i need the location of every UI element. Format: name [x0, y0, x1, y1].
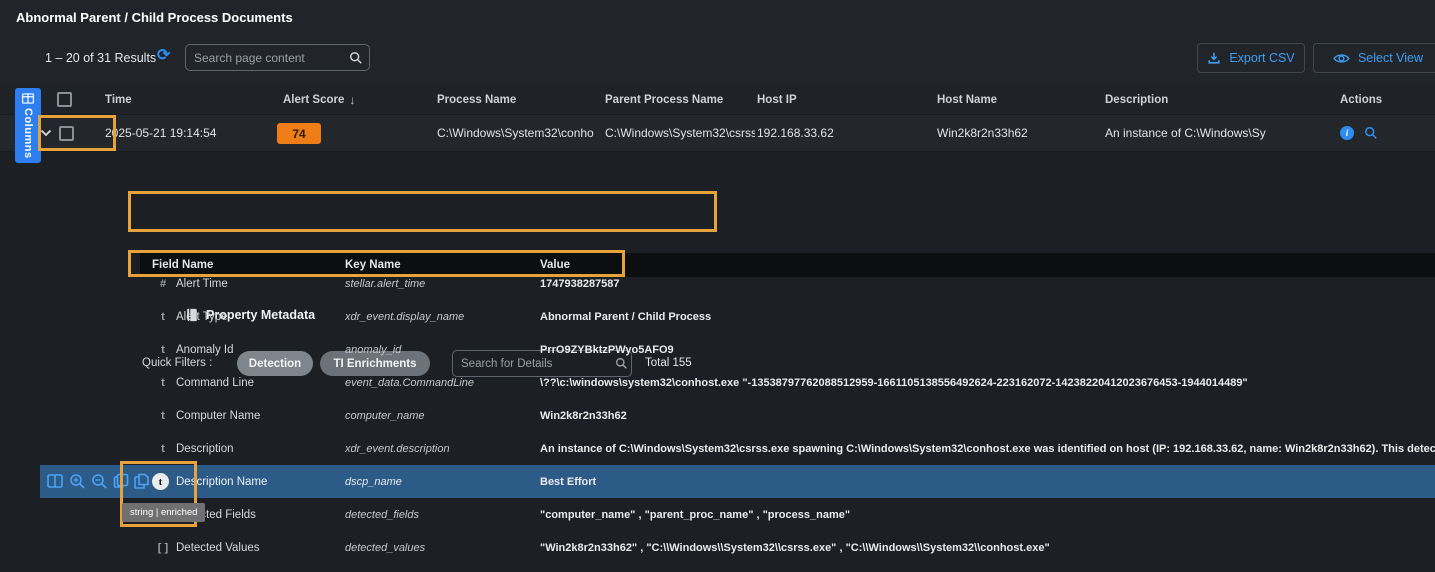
metadata-row[interactable]: t Alert Type xdr_event.display_name Abno… — [0, 300, 1435, 333]
select-view-button[interactable]: Select View — [1313, 43, 1435, 73]
row-host-name: Win2k8r2n33h62 — [937, 115, 1102, 151]
col-header-alert-score[interactable]: Alert Score↓ — [283, 85, 433, 114]
field-value: "Win2k8r2n33h62" , "C:\\Windows\\System3… — [540, 531, 1435, 564]
columns-tab-label: Columns — [22, 108, 34, 159]
text-type-icon: t — [152, 300, 174, 333]
page-search-box[interactable] — [185, 44, 370, 71]
col-header-actions: Actions — [1340, 85, 1430, 114]
copy-icon[interactable] — [113, 473, 129, 489]
row-process-name: C:\Windows\System32\conho — [437, 115, 602, 151]
type-tooltip: string | enriched — [122, 503, 205, 522]
metadata-row[interactable]: [ ] Detected Fields detected_fields "com… — [0, 498, 1435, 531]
field-value: Win2k8r2n33h62 — [540, 399, 1435, 432]
key-name: dscp_name — [345, 465, 535, 498]
eye-icon — [1333, 52, 1350, 65]
columns-panel-tab[interactable]: Columns — [15, 88, 41, 163]
results-count: 1 – 20 of 31 Results — [45, 51, 156, 65]
field-name: Alert Time — [176, 267, 341, 300]
metadata-row[interactable]: t Command Line event_data.CommandLine \?… — [0, 366, 1435, 399]
download-icon — [1207, 51, 1221, 65]
select-all-checkbox[interactable] — [57, 92, 72, 107]
duplicate-icon[interactable] — [133, 473, 150, 490]
metadata-row[interactable]: t Computer Name computer_name Win2k8r2n3… — [0, 399, 1435, 432]
search-icon — [349, 51, 363, 65]
export-csv-label: Export CSV — [1229, 51, 1294, 65]
metadata-row-selected[interactable]: t Description Name dscp_name Best Effort — [0, 465, 1435, 498]
field-value: \??\c:\windows\system32\conhost.exe "-13… — [540, 366, 1435, 399]
row-description: An instance of C:\Windows\Sy — [1105, 115, 1337, 151]
field-name: Alert Type — [176, 300, 341, 333]
key-name: detected_values — [345, 531, 535, 564]
field-value: "computer_name" , "parent_proc_name" , "… — [540, 498, 1435, 531]
col-header-parent-process-name[interactable]: Parent Process Name — [605, 85, 755, 114]
metadata-row[interactable]: # Alert Time stellar.alert_time 17479382… — [0, 267, 1435, 300]
key-name: detected_fields — [345, 498, 535, 531]
array-type-icon: [ ] — [152, 531, 174, 564]
field-value: PrrO9ZYBktzPWyo5AFO9 — [540, 333, 1435, 366]
key-name: computer_name — [345, 399, 535, 432]
table-columns-icon — [22, 93, 34, 104]
col-header-description[interactable]: Description — [1105, 85, 1337, 114]
page-title: Abnormal Parent / Child Process Document… — [16, 10, 293, 25]
key-name: stellar.alert_time — [345, 267, 535, 300]
field-value: 1747938287587 — [540, 267, 1435, 300]
metadata-row[interactable]: t Description xdr_event.description An i… — [0, 432, 1435, 465]
col-header-host-ip[interactable]: Host IP — [757, 85, 933, 114]
sort-desc-icon[interactable]: ↓ — [349, 93, 355, 107]
number-type-icon: # — [152, 267, 174, 300]
row-checkbox[interactable] — [59, 126, 74, 141]
table-row[interactable]: 2025-05-21 19:14:54 74 C:\Windows\System… — [0, 115, 1435, 152]
alert-score-badge: 74 — [277, 123, 321, 144]
zoom-in-icon[interactable] — [69, 473, 86, 490]
field-name: Description — [176, 432, 341, 465]
text-type-icon: t — [152, 432, 174, 465]
string-type-icon: t — [152, 473, 169, 490]
export-csv-button[interactable]: Export CSV — [1197, 43, 1305, 73]
key-name: anomaly_id — [345, 333, 535, 366]
chevron-down-icon[interactable] — [40, 129, 52, 137]
col-header-time[interactable]: Time — [105, 85, 277, 114]
key-name: event_data.CommandLine — [345, 366, 535, 399]
text-type-icon: t — [152, 399, 174, 432]
info-icon[interactable]: i — [1340, 126, 1354, 140]
metadata-row[interactable]: t Anomaly Id anomaly_id PrrO9ZYBktzPWyo5… — [0, 333, 1435, 366]
metadata-row[interactable]: [ ] Detected Values detected_values "Win… — [0, 531, 1435, 564]
field-value: An instance of C:\Windows\System32\csrss… — [540, 432, 1435, 465]
page-search-input[interactable] — [194, 51, 349, 65]
results-table-header: Time Alert Score↓ Process Name Parent Pr… — [0, 85, 1435, 115]
field-value: Best Effort — [540, 465, 1435, 498]
field-name: Command Line — [176, 366, 341, 399]
field-name: Detected Values — [176, 531, 341, 564]
select-view-label: Select View — [1358, 51, 1423, 65]
text-type-icon: t — [152, 333, 174, 366]
row-host-ip: 192.168.33.62 — [757, 115, 933, 151]
field-name: Description Name — [176, 465, 341, 498]
field-name: Anomaly Id — [176, 333, 341, 366]
zoom-out-icon[interactable] — [91, 473, 108, 490]
col-header-host-name[interactable]: Host Name — [937, 85, 1102, 114]
search-action-icon[interactable] — [1364, 126, 1378, 140]
row-parent-process-name: C:\Windows\System32\csrss.e — [605, 115, 755, 151]
col-header-process-name[interactable]: Process Name — [437, 85, 602, 114]
alert-documents-screen: Abnormal Parent / Child Process Document… — [0, 0, 1435, 572]
key-name: xdr_event.display_name — [345, 300, 535, 333]
key-name: xdr_event.description — [345, 432, 535, 465]
field-value: Abnormal Parent / Child Process — [540, 300, 1435, 333]
field-name: Computer Name — [176, 399, 341, 432]
table-columns-icon[interactable] — [47, 473, 63, 489]
row-time: 2025-05-21 19:14:54 — [105, 115, 277, 151]
metadata-rows: # Alert Time stellar.alert_time 17479382… — [0, 267, 1435, 564]
text-type-icon: t — [152, 366, 174, 399]
refresh-icon[interactable]: ⟳ — [157, 48, 170, 64]
